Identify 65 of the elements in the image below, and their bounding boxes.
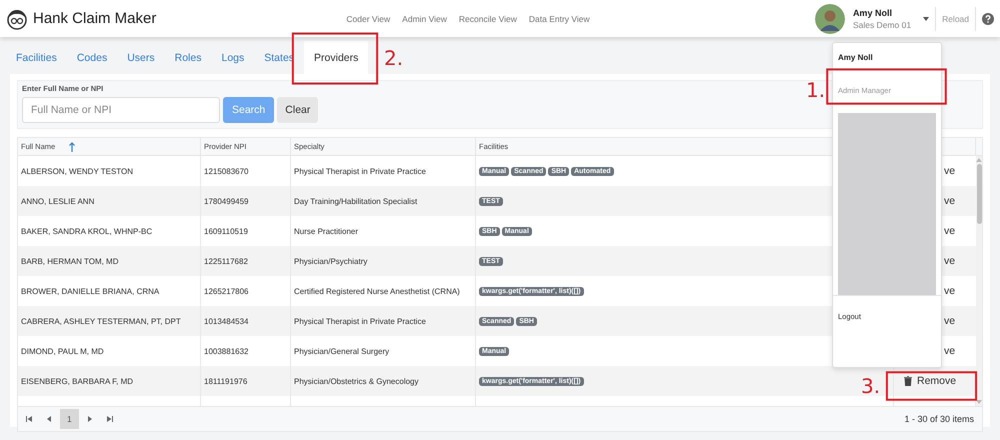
table-cell: Nurse Practitioner xyxy=(294,226,358,236)
menu-user-name: Amy Noll xyxy=(838,53,874,62)
trash-icon xyxy=(904,376,912,386)
annotation-number: 2. xyxy=(384,46,404,70)
previous-page-icon[interactable] xyxy=(46,416,52,422)
search-field[interactable]: Full Name or NPI xyxy=(22,97,220,123)
table-cell: 1609110519 xyxy=(204,226,248,236)
user-subtitle: Sales Demo 01 xyxy=(852,20,912,30)
nav-link[interactable]: Admin View xyxy=(402,14,447,24)
remove-link-part[interactable]: ve xyxy=(944,315,956,327)
tab[interactable]: Codes xyxy=(66,41,118,74)
remove-link-part[interactable]: ve xyxy=(944,195,956,207)
table-cell: Certified Registered Nurse Anesthetist (CRNA) xyxy=(294,286,460,296)
annotation-number: 3. xyxy=(861,374,880,398)
tab[interactable]: Roles xyxy=(164,41,212,74)
table-cell: Physical Therapist in Private Practice xyxy=(294,316,426,326)
table-cell: EISENBERG, BARBARA F, MD xyxy=(21,376,134,386)
table-cell: Physical Therapist in Private Practice xyxy=(294,166,426,176)
avatar-icon[interactable] xyxy=(814,4,845,34)
scroll-down-icon[interactable] xyxy=(976,400,982,404)
scrollbar[interactable] xyxy=(976,156,982,406)
nav-link[interactable]: Coder View xyxy=(346,14,390,24)
table-cell: 1225117682 xyxy=(204,256,248,266)
table-cell: 1811191976 xyxy=(204,376,248,386)
table-cell: ALBERSON, WENDY TESTON xyxy=(21,166,134,176)
sort-arrow-icon[interactable] xyxy=(69,142,76,152)
tab[interactable]: Logs xyxy=(211,41,254,74)
table-cell: 1780499459 xyxy=(204,196,248,206)
tab[interactable]: Facilities xyxy=(6,41,67,74)
table-cell: 1215083670 xyxy=(204,166,248,176)
nav-link[interactable]: Data Entry View xyxy=(528,14,590,24)
tab[interactable]: Users xyxy=(117,41,165,74)
logo-icon xyxy=(6,8,28,30)
remove-link-part[interactable]: ve xyxy=(944,345,956,357)
remove-link-part[interactable]: ve xyxy=(944,285,956,297)
table-cell: BAKER, SANDRA KROL, WHNP-BC xyxy=(21,226,152,236)
remove-link-part[interactable]: ve xyxy=(944,225,956,237)
table-cell: Physician/General Surgery xyxy=(294,346,390,356)
app-title: Hank Claim Maker xyxy=(33,10,156,27)
remove-link-part[interactable]: ve xyxy=(944,255,956,267)
caret-icon[interactable] xyxy=(923,16,930,20)
nav-link[interactable]: Reconcile View xyxy=(458,14,517,24)
table-cell: BROWER, DANIELLE BRIANA, CRNA xyxy=(21,286,160,296)
table-cell: CABRERA, ASHLEY TESTERMAN, PT, DPT xyxy=(21,316,181,326)
table-cell: ANNO, LESLIE ANN xyxy=(21,196,94,206)
next-page-icon[interactable] xyxy=(86,416,93,422)
help-icon[interactable] xyxy=(982,12,994,24)
user-name: Amy Noll xyxy=(852,8,893,18)
annotation-number: 1. xyxy=(806,78,826,102)
table-cell: 1265217806 xyxy=(204,286,248,296)
tab[interactable]: Providers xyxy=(304,41,368,74)
table-cell: DIMOND, PAUL M, MD xyxy=(21,346,104,356)
table-cell: 1013484534 xyxy=(204,316,248,326)
table-cell: Day Training/Habilitation Specialist xyxy=(294,196,418,206)
remove-link-part[interactable]: ve xyxy=(944,165,956,177)
table-cell: Physician/Obstetrics & Gynecology xyxy=(294,376,418,386)
table-cell: 1003881632 xyxy=(204,346,248,356)
last-page-icon[interactable] xyxy=(106,416,113,422)
clear-button[interactable]: Clear xyxy=(277,97,318,123)
first-page-icon[interactable] xyxy=(26,416,32,422)
remove-button[interactable]: Remove xyxy=(894,371,966,391)
pager-summary: 1 - 30 of 30 items xyxy=(904,414,974,424)
table-cell: Physician/Psychiatry xyxy=(294,256,368,266)
page-button[interactable]: 1 xyxy=(60,409,79,429)
table-cell: BARB, HERMAN TOM, MD xyxy=(21,256,118,266)
